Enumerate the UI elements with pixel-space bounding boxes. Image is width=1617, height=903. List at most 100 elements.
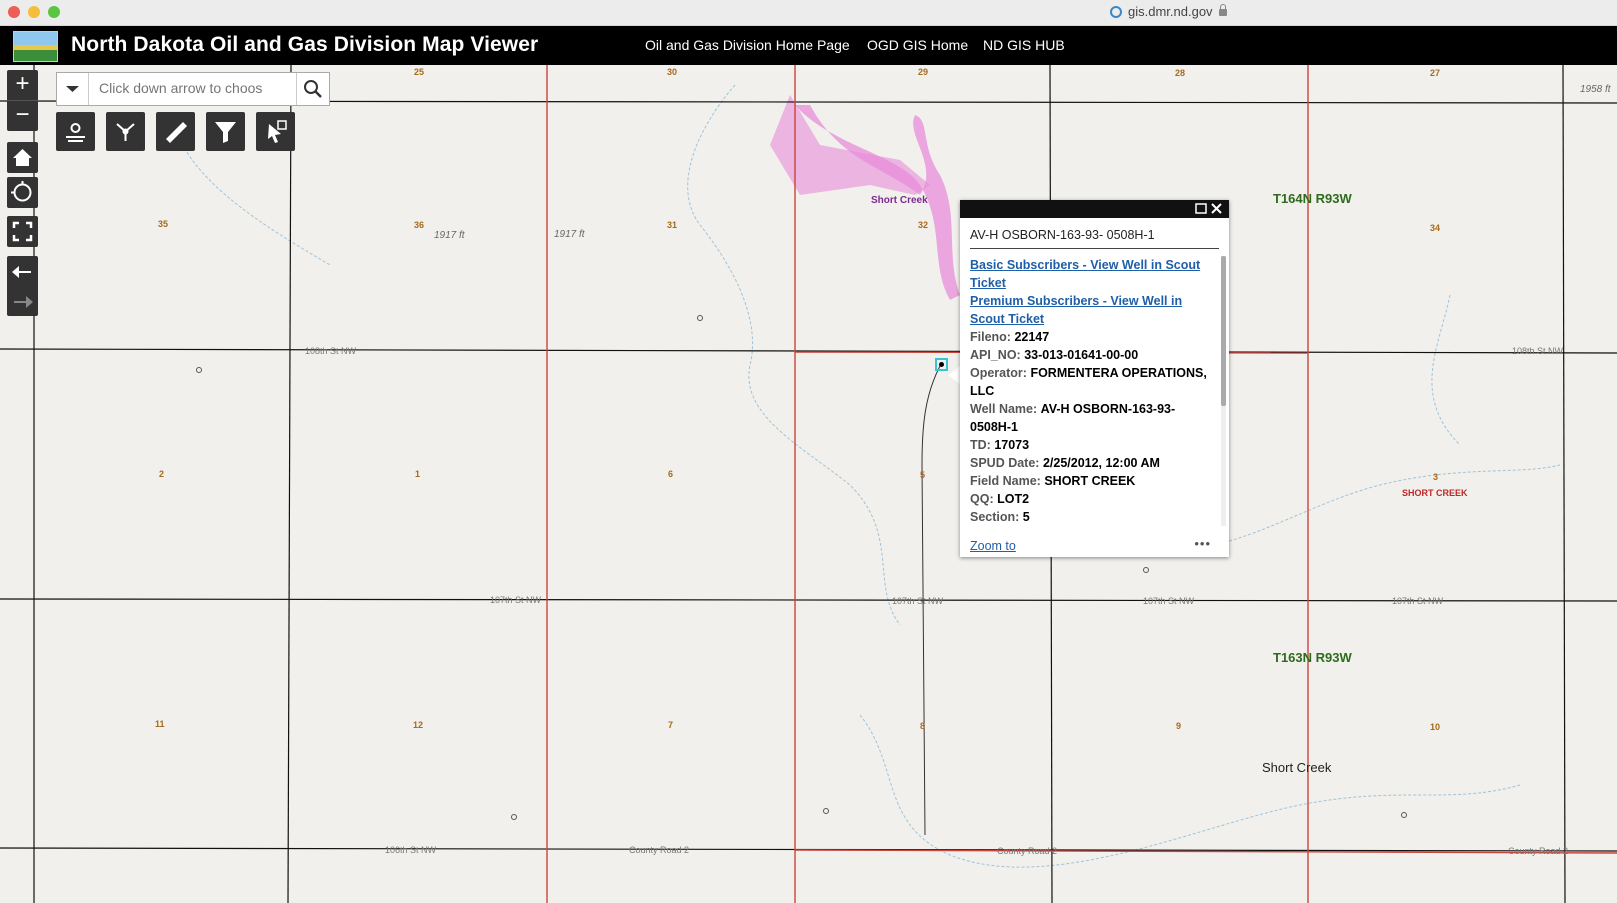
lock-icon	[1218, 4, 1227, 16]
township-label: T163N R93W	[1273, 650, 1352, 665]
section-label: 27	[1430, 68, 1441, 78]
field-row: TD: 17073	[970, 438, 1030, 452]
road-label: 108th St NW	[305, 346, 357, 356]
road-label: 107th St NW	[490, 595, 542, 605]
section-label: 25	[414, 67, 425, 77]
section-label: 6	[668, 469, 674, 479]
locate-icon	[11, 181, 32, 202]
search-widget	[56, 72, 330, 106]
section-label: 7	[668, 720, 674, 730]
address-bar[interactable]: gis.dmr.nd.gov	[1110, 4, 1227, 19]
section-label: 12	[413, 720, 424, 730]
search-button[interactable]	[296, 73, 329, 105]
field-row: Fileno: 22147	[970, 330, 1050, 344]
road-label: 108th St NW	[1512, 346, 1564, 356]
url-text: gis.dmr.nd.gov	[1128, 4, 1213, 19]
chevron-down-icon	[66, 86, 79, 92]
elevation-label: 1958 ft	[1580, 84, 1611, 95]
elevation-label: 1917 ft	[554, 229, 585, 240]
minimize-window-button[interactable]	[28, 6, 40, 18]
section-label: 9	[1176, 721, 1182, 731]
section-label: 36	[414, 220, 425, 230]
popup-pointer	[948, 366, 960, 384]
section-label: 29	[918, 67, 929, 77]
section-label: 34	[1430, 223, 1441, 233]
zoom-in-button[interactable]: +	[7, 70, 38, 100]
nd-logo	[13, 31, 58, 62]
measure-tool-button[interactable]	[156, 112, 195, 151]
back-extent-button[interactable]	[7, 256, 38, 316]
ruler-icon	[166, 122, 187, 143]
place-label: Short Creek	[871, 195, 928, 206]
nav-nd-gis-hub[interactable]: ND GIS HUB	[983, 37, 1065, 53]
elevation-label: 1917 ft	[434, 230, 465, 241]
search-icon	[304, 80, 322, 98]
road-label: 107th St NW	[892, 596, 944, 606]
premium-subscriber-link[interactable]: Premium Subscribers - View Well in Scout…	[970, 292, 1216, 328]
search-source-dropdown[interactable]	[57, 73, 89, 105]
fullscreen-button[interactable]	[7, 216, 38, 247]
home-icon	[13, 149, 32, 166]
browser-chrome: gis.dmr.nd.gov	[0, 0, 1617, 26]
section-label: 30	[667, 67, 678, 77]
site-icon	[1110, 6, 1122, 18]
layers-tool-button[interactable]	[56, 112, 95, 151]
app-title: North Dakota Oil and Gas Division Map Vi…	[71, 33, 539, 56]
select-icon	[268, 120, 287, 143]
field-row: Field Name: SHORT CREEK	[970, 474, 1136, 488]
section-label: 35	[158, 219, 169, 229]
road-label: County Road 2	[997, 846, 1058, 856]
section-label: 32	[918, 220, 929, 230]
popup-body[interactable]: Basic Subscribers - View Well in Scout T…	[970, 256, 1216, 526]
field-row: SPUD Date: 2/25/2012, 12:00 AM	[970, 456, 1160, 470]
nav-ogd-gis-home[interactable]: OGD GIS Home	[867, 37, 968, 53]
place-label: SHORT CREEK	[1402, 488, 1468, 498]
feature-popup: AV-H OSBORN-163-93- 0508H-1 Basic Subscr…	[960, 200, 1229, 557]
road-label: County Road 2	[1508, 846, 1569, 856]
road-label: County Road 2	[629, 845, 690, 855]
select-tool-button[interactable]	[256, 112, 295, 151]
fullscreen-icon	[12, 221, 33, 242]
section-label: 3	[1433, 472, 1439, 482]
app-header: North Dakota Oil and Gas Division Map Vi…	[0, 26, 1617, 65]
zoom-controls: + −	[7, 70, 38, 131]
road-label: 107th St NW	[1392, 596, 1444, 606]
maximize-window-button[interactable]	[48, 6, 60, 18]
filter-tool-button[interactable]	[206, 112, 245, 151]
section-label: 8	[920, 721, 926, 731]
popup-controls	[1195, 203, 1222, 214]
popup-scrollbar[interactable]	[1221, 256, 1226, 526]
section-label: 28	[1175, 68, 1186, 78]
place-label: Short Creek	[1262, 760, 1332, 775]
popup-title: AV-H OSBORN-163-93- 0508H-1	[970, 228, 1219, 249]
locate-button[interactable]	[7, 177, 38, 208]
field-row: QQ: LOT2	[970, 492, 1030, 506]
search-input[interactable]	[97, 79, 291, 97]
nav-oil-gas-home[interactable]: Oil and Gas Division Home Page	[645, 37, 850, 53]
zoom-out-button[interactable]: −	[7, 100, 38, 131]
road-label: 107th St NW	[1143, 596, 1195, 606]
section-label: 10	[1430, 722, 1441, 732]
map-canvas[interactable]: 25 30 29 28 27 35 36 31 32 34 2 1 6 5 3 …	[0, 65, 1617, 903]
section-label: 5	[920, 470, 926, 480]
road-label: 106th St NW	[385, 845, 437, 855]
field-row: Operator: FORMENTERA OPERATIONS, LLC	[970, 366, 1207, 398]
home-button[interactable]	[7, 142, 38, 173]
zoom-to-link[interactable]: Zoom to	[970, 539, 1016, 553]
basic-subscriber-link[interactable]: Basic Subscribers - View Well in Scout T…	[970, 256, 1216, 292]
close-window-button[interactable]	[8, 6, 20, 18]
map-base	[0, 65, 1617, 903]
arrow-icons	[12, 266, 33, 308]
section-label: 1	[415, 469, 421, 479]
share-icon	[116, 123, 135, 141]
section-label: 31	[667, 220, 678, 230]
section-label: 2	[159, 469, 165, 479]
field-row: API_NO: 33-013-01641-00-00	[970, 348, 1139, 362]
popup-titlebar	[960, 200, 1229, 218]
field-row: Well Name: AV-H OSBORN-163-93-0508H-1	[970, 402, 1176, 434]
layers-icon	[66, 123, 85, 142]
more-actions-button[interactable]: •••	[1194, 536, 1211, 551]
township-label: T164N R93W	[1273, 191, 1352, 206]
section-label: 11	[155, 719, 165, 729]
share-tool-button[interactable]	[106, 112, 145, 151]
